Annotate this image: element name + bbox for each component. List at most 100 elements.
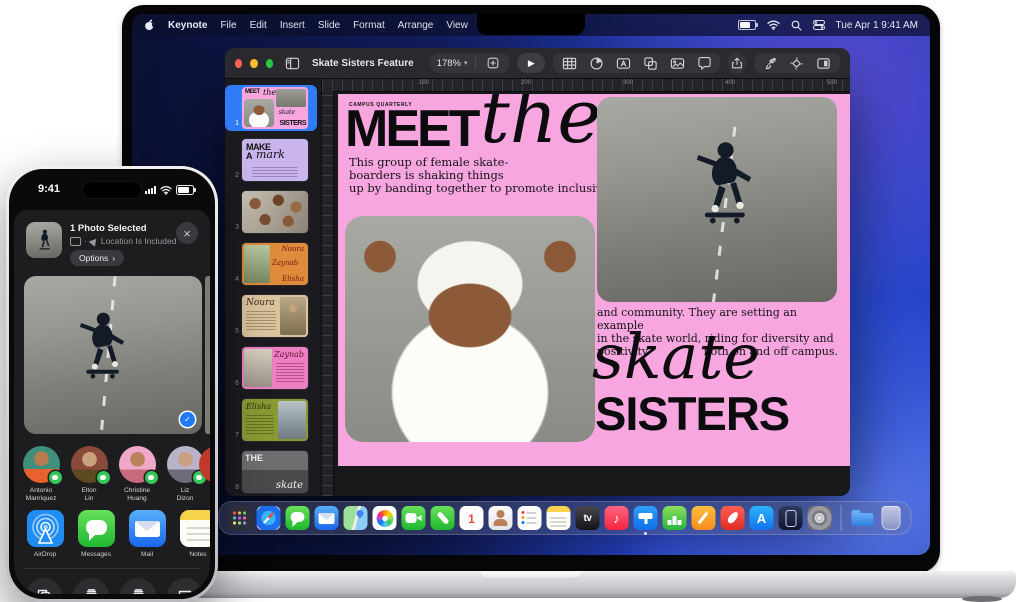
- slide-headline-skate[interactable]: skate: [592, 326, 760, 388]
- shape-icon[interactable]: [641, 54, 659, 72]
- horizontal-ruler: 100 200 300 400 500: [322, 79, 850, 92]
- slide-thumbnail-2[interactable]: 2 MAKE A mark: [225, 137, 317, 183]
- app-store-icon[interactable]: A: [750, 506, 774, 530]
- airdrop-icon: [27, 510, 64, 547]
- music-note-glyph: ♪: [605, 506, 629, 530]
- play-button[interactable]: ▶: [517, 53, 545, 73]
- format-brush-icon[interactable]: [761, 54, 779, 72]
- add-to-album-button[interactable]: [73, 578, 109, 594]
- search-icon[interactable]: [791, 20, 802, 31]
- slide-canvas: 100 200 300 400 500 CAMPUS QUARTERLY MEE…: [322, 79, 850, 496]
- selected-photo[interactable]: ✓: [24, 276, 202, 434]
- safari-icon[interactable]: [257, 506, 281, 530]
- add-to-shared-album-button[interactable]: [120, 578, 156, 594]
- comment-icon[interactable]: [695, 54, 713, 72]
- photos-icon[interactable]: [373, 506, 397, 530]
- avatar: [119, 446, 156, 483]
- airplay-button[interactable]: [167, 578, 203, 594]
- rocket-app-icon[interactable]: [721, 506, 745, 530]
- notes-icon[interactable]: [547, 506, 571, 530]
- avatar: [71, 446, 108, 483]
- iphone-mirroring-icon[interactable]: [779, 506, 803, 530]
- pages-icon[interactable]: [692, 506, 716, 530]
- menu-bar-clock[interactable]: Tue Apr 1 9:41 AM: [836, 20, 918, 31]
- calendar-icon[interactable]: 1: [460, 506, 484, 530]
- display-notch: [477, 14, 585, 35]
- slide-headline-sisters[interactable]: SISTERS: [595, 390, 789, 437]
- chart-icon[interactable]: [587, 54, 605, 72]
- contacts-icon[interactable]: [489, 506, 513, 530]
- apple-tv-icon[interactable]: tv: [576, 506, 600, 530]
- contact-antonio[interactable]: AntonioManriquez: [20, 446, 62, 503]
- slide-skater-photo[interactable]: [597, 97, 837, 302]
- music-icon[interactable]: ♪: [605, 506, 629, 530]
- share-icon[interactable]: [728, 52, 746, 74]
- animate-icon[interactable]: [788, 54, 806, 72]
- battery-icon[interactable]: [738, 20, 756, 30]
- slide-number: 4: [227, 275, 239, 285]
- document-panel-icon[interactable]: [815, 54, 833, 72]
- thumb2-mark: mark: [256, 148, 285, 161]
- insert-toolbar-group: [553, 53, 720, 73]
- chevron-down-icon: ▾: [464, 59, 468, 67]
- control-center-icon[interactable]: [813, 20, 825, 30]
- slide-thumbnail-8[interactable]: 8 THE skate: [225, 449, 317, 495]
- maps-icon[interactable]: [344, 506, 368, 530]
- menu-item-edit[interactable]: Edit: [250, 20, 267, 31]
- mail-share-button[interactable]: Mail: [128, 510, 166, 558]
- slide-thumbnail-1[interactable]: 1 MEET the skate SISTERS: [225, 85, 317, 131]
- messages-badge-icon: [97, 471, 110, 484]
- airdrop-button[interactable]: AirDrop: [26, 510, 64, 558]
- minimize-window-button[interactable]: [250, 59, 257, 68]
- keynote-dock-icon[interactable]: [634, 506, 658, 530]
- apple-menu-icon[interactable]: [144, 19, 155, 31]
- messages-icon[interactable]: [286, 506, 310, 530]
- slide-headline-meet[interactable]: MEET: [345, 103, 477, 155]
- contact-elton[interactable]: EltonLin: [68, 446, 110, 503]
- zoom-control[interactable]: 178% ▾: [430, 53, 510, 73]
- table-icon[interactable]: [560, 54, 578, 72]
- menu-item-file[interactable]: File: [220, 20, 236, 31]
- trash-icon[interactable]: [882, 506, 901, 530]
- menu-item-view[interactable]: View: [446, 20, 468, 31]
- numbers-icon[interactable]: [663, 506, 687, 530]
- slide-portrait-photo[interactable]: [345, 216, 595, 442]
- contact-liz[interactable]: LizDizon: [164, 446, 206, 503]
- phone-icon[interactable]: [431, 506, 455, 530]
- options-button[interactable]: Options ›: [70, 250, 124, 266]
- slide-thumbnail-7[interactable]: 7 Elisha: [225, 397, 317, 443]
- slide-thumbnail-4[interactable]: 4 Noura Zaynab Elisha: [225, 241, 317, 287]
- notes-share-button[interactable]: Notes: [179, 510, 210, 558]
- menu-item-slide[interactable]: Slide: [318, 20, 340, 31]
- thumb7-name: Elisha: [246, 402, 271, 411]
- wifi-icon[interactable]: [767, 20, 780, 30]
- view-sidebar-icon[interactable]: [285, 54, 300, 72]
- facetime-icon[interactable]: [402, 506, 426, 530]
- menu-item-insert[interactable]: Insert: [280, 20, 305, 31]
- slide-thumbnail-6[interactable]: 6 Zaynab: [225, 345, 317, 391]
- menu-item-keynote[interactable]: Keynote: [168, 20, 207, 31]
- reminders-icon[interactable]: [518, 506, 542, 530]
- add-slide-icon[interactable]: [484, 54, 502, 72]
- menu-item-format[interactable]: Format: [353, 20, 385, 31]
- slide-1-canvas[interactable]: CAMPUS QUARTERLY MEET the This group of …: [338, 94, 850, 466]
- messages-share-button[interactable]: Messages: [77, 510, 115, 558]
- text-box-icon[interactable]: [614, 54, 632, 72]
- contact-christine[interactable]: ChristineHuang: [116, 446, 158, 503]
- next-photo-partial[interactable]: [205, 276, 210, 434]
- zoom-level[interactable]: 178%: [437, 58, 461, 69]
- launchpad-icon[interactable]: [228, 506, 252, 530]
- menu-item-arrange[interactable]: Arrange: [398, 20, 434, 31]
- wifi-icon: [160, 186, 172, 195]
- mail-icon[interactable]: [315, 506, 339, 530]
- zoom-window-button[interactable]: [266, 59, 273, 68]
- slide-thumbnail-5[interactable]: 5 Noura: [225, 293, 317, 339]
- copy-button[interactable]: [26, 578, 62, 594]
- slide-headline-the[interactable]: the: [480, 94, 601, 154]
- system-settings-icon[interactable]: [808, 506, 832, 530]
- slide-thumbnail-3[interactable]: 3: [225, 189, 317, 235]
- close-window-button[interactable]: [235, 59, 242, 68]
- close-button[interactable]: ×: [176, 222, 198, 244]
- downloads-folder-icon[interactable]: [851, 506, 875, 530]
- media-icon[interactable]: [668, 54, 686, 72]
